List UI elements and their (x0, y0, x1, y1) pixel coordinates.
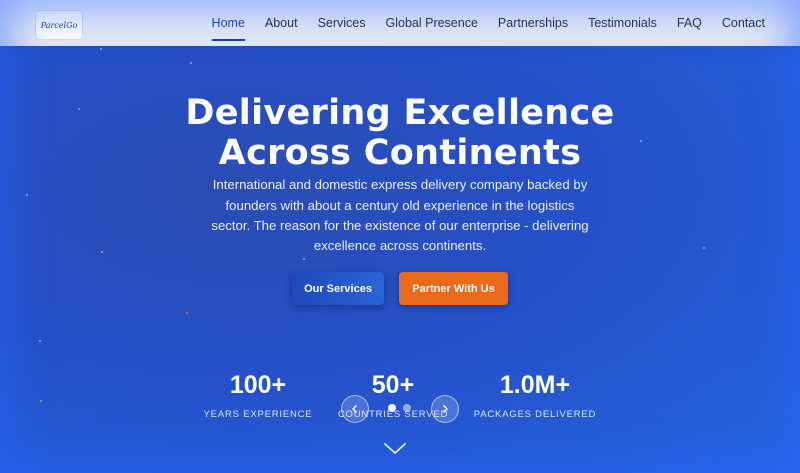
nav-item-contact[interactable]: Contact (722, 12, 765, 34)
particle (101, 251, 103, 253)
particle (303, 258, 305, 260)
particle (186, 312, 188, 314)
brand-logo-text: ParcelGo (40, 20, 78, 30)
stat-label: PACKAGES DELIVERED (473, 409, 597, 420)
main-nav: Home About Services Global Presence Part… (211, 0, 765, 46)
particle (703, 247, 705, 249)
nav-item-testimonials[interactable]: Testimonials (588, 12, 657, 34)
hero-description: International and domestic express deliv… (211, 177, 589, 254)
hero-title: Delivering Excellence Across Continents (0, 93, 800, 173)
nav-item-home[interactable]: Home (211, 12, 246, 41)
chevron-down-icon[interactable] (383, 442, 407, 456)
carousel-next-button[interactable] (431, 395, 459, 423)
chevron-right-icon (443, 405, 448, 413)
nav-item-about[interactable]: About (265, 12, 298, 34)
carousel-dot-2[interactable] (403, 404, 411, 412)
carousel-dot-1[interactable] (388, 404, 396, 412)
nav-item-faq[interactable]: FAQ (677, 12, 702, 34)
carousel-prev-button[interactable] (341, 395, 369, 423)
brand-logo[interactable]: ParcelGo (35, 10, 83, 40)
particle (39, 340, 41, 342)
stat-packages-delivered: 1.0M+ PACKAGES DELIVERED (455, 370, 615, 420)
navbar: ParcelGo Home About Services Global Pres… (0, 0, 800, 46)
nav-item-partnerships[interactable]: Partnerships (498, 12, 568, 34)
particle (190, 62, 192, 64)
hero-title-line-1: Delivering Excellence (185, 93, 615, 134)
nav-item-global-presence[interactable]: Global Presence (386, 12, 478, 34)
particle (100, 48, 102, 50)
nav-item-services[interactable]: Services (318, 12, 366, 34)
our-services-button[interactable]: Our Services (292, 272, 384, 305)
partner-with-us-button[interactable]: Partner With Us (399, 272, 508, 305)
chevron-left-icon (352, 405, 357, 413)
particle (26, 194, 28, 196)
stat-value: 1.0M+ (499, 371, 571, 399)
particle (40, 400, 42, 402)
hero-title-line-2: Across Continents (218, 133, 582, 174)
